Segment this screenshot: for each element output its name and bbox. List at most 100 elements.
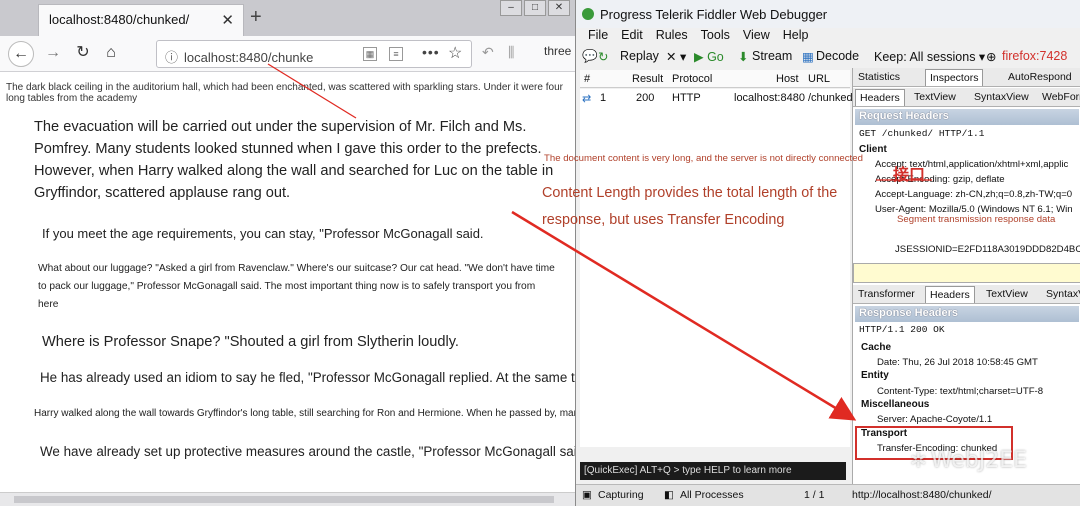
menu-edit[interactable]: Edit <box>621 28 643 46</box>
home-button[interactable]: ⌂ <box>98 41 124 67</box>
process-filter[interactable]: firefox:7428 <box>1002 49 1067 63</box>
inspector-info-bar <box>853 263 1080 283</box>
url-host: localhost <box>184 50 236 65</box>
horizontal-scrollbar[interactable] <box>0 492 575 506</box>
session-count: 1 / 1 <box>804 489 825 501</box>
tab-request-syntaxview[interactable]: SyntaxView <box>971 91 1032 103</box>
tab-statistics[interactable]: Statistics <box>855 71 903 83</box>
col-number[interactable]: # <box>584 73 590 85</box>
reader-view-icon[interactable]: ≡ <box>389 47 403 61</box>
capturing-label[interactable]: Capturing <box>598 489 644 501</box>
page-content: The dark black ceiling in the auditorium… <box>0 72 576 492</box>
selected-url: http://localhost:8480/chunked/ <box>852 489 992 501</box>
cookie-value: JSESSIONID=E2FD118A3019DDD82D4BC5 <box>895 244 1080 255</box>
paragraph: Harry walked along the wall towards Gryf… <box>34 408 575 419</box>
watermark-text: WebJ2EE <box>930 448 1028 473</box>
quickexec-input[interactable]: [QuickExec] ALT+Q > type HELP to learn m… <box>580 462 846 480</box>
browser-toolbar: ← → ↻ ⌂ ⓘ localhost:8480/chunke ▦ ≡ ••• ☆… <box>0 36 575 72</box>
paragraph: The dark black ceiling in the auditorium… <box>6 82 563 104</box>
menu-help[interactable]: Help <box>783 28 809 46</box>
tab-request-webform[interactable]: WebForm <box>1039 91 1080 103</box>
browser-tab-bar: localhost:8480/chunked/ ✕ + – □ ✕ <box>0 0 575 36</box>
miscellaneous-group: Miscellaneous <box>861 399 930 410</box>
paragraph: We have already set up protective measur… <box>40 444 576 459</box>
remove-button[interactable]: ✕ ▾ <box>666 49 686 64</box>
bookmark-star-icon[interactable]: ☆ <box>448 43 462 63</box>
browser-tab-title: localhost:8480/chunked/ <box>49 12 190 27</box>
undo-icon[interactable]: ↶ <box>482 44 494 61</box>
paragraph: If you meet the age requirements, you ca… <box>42 226 484 241</box>
window-close-button[interactable]: ✕ <box>548 0 570 16</box>
fiddler-toolbar: 💬 ↻ Replay ✕ ▾ ▶ Go ⬇ Stream ▦ Decode Ke… <box>576 46 1080 68</box>
tab-close-icon[interactable]: ✕ <box>221 11 234 29</box>
tab-transformer[interactable]: Transformer <box>855 288 918 300</box>
comment-icon[interactable]: 💬 <box>582 49 598 64</box>
fiddler-logo-icon <box>582 8 594 20</box>
tab-autorespond[interactable]: AutoRespond <box>1005 71 1075 83</box>
request-headers-title: Request Headers <box>855 109 1079 125</box>
replay-icon: ↻ <box>598 50 609 64</box>
window-title: Progress Telerik Fiddler Web Debugger <box>600 7 828 22</box>
col-result[interactable]: Result <box>632 73 663 85</box>
content-fade <box>0 472 575 492</box>
tab-request-headers[interactable]: Headers <box>855 89 905 106</box>
menu-tools[interactable]: Tools <box>701 28 730 46</box>
target-icon: ⊕ <box>986 50 997 64</box>
session-result: 200 <box>636 92 655 104</box>
replay-button[interactable]: Replay <box>620 49 659 63</box>
forward-button[interactable]: → <box>40 41 66 67</box>
library-icon[interactable]: ⫼ <box>508 44 514 61</box>
tab-request-textview[interactable]: TextView <box>911 91 959 103</box>
minimize-button[interactable]: – <box>500 0 522 16</box>
request-tabs: Headers TextView SyntaxView WebForm <box>853 88 1080 107</box>
browser-tab[interactable]: localhost:8480/chunked/ ✕ <box>38 4 244 36</box>
scrollbar-thumb[interactable] <box>14 496 554 503</box>
entity-group: Entity <box>861 370 889 381</box>
status-bar: ▣ Capturing ◧ All Processes 1 / 1 http:/… <box>576 484 1080 506</box>
col-url[interactable]: URL <box>808 73 830 85</box>
process-filter-icon: ◧ <box>664 489 674 501</box>
tab-response-textview[interactable]: TextView <box>983 288 1031 300</box>
response-header-value: Date: Thu, 26 Jul 2018 10:58:45 GMT <box>877 357 1038 368</box>
paragraph: What about our luggage? "Asked a girl fr… <box>38 263 555 310</box>
go-button[interactable]: ▶ Go <box>694 49 724 64</box>
decode-button[interactable]: Decode <box>816 49 859 63</box>
back-button[interactable]: ← <box>8 41 34 67</box>
cache-group: Cache <box>861 342 892 353</box>
paragraph: He has already used an idiom to say he f… <box>40 370 575 385</box>
menu-view[interactable]: View <box>743 28 770 46</box>
page-actions-icon[interactable]: ••• <box>422 44 440 60</box>
col-protocol[interactable]: Protocol <box>672 73 712 85</box>
tab-response-syntaxview[interactable]: SyntaxV <box>1043 288 1080 300</box>
tab-response-headers[interactable]: Headers <box>925 286 975 303</box>
all-processes-label[interactable]: All Processes <box>680 489 744 501</box>
annotation-content-length: Content Length provides the total length… <box>542 185 838 228</box>
session-row[interactable]: ⇄ 1 200 HTTP localhost:8480 /chunked <box>580 89 853 107</box>
stream-button[interactable]: Stream <box>752 49 792 63</box>
inspector-panel: Statistics Inspectors AutoRespond Header… <box>852 68 1080 484</box>
session-host: localhost:8480 <box>734 92 805 104</box>
watermark: ✲ WebJ2EE <box>910 448 1027 473</box>
menu-file[interactable]: File <box>588 28 608 46</box>
reload-button[interactable]: ↻ <box>70 41 96 67</box>
session-protocol: HTTP <box>672 92 701 104</box>
paragraph: Where is Professor Snape? "Shouted a gir… <box>42 334 459 350</box>
toolbar-overflow-label: three <box>544 44 572 58</box>
menu-rules[interactable]: Rules <box>656 28 688 46</box>
capturing-icon: ▣ <box>582 489 592 501</box>
fiddler-window: Progress Telerik Fiddler Web Debugger Fi… <box>576 0 1080 506</box>
keep-sessions-dropdown[interactable]: Keep: All sessions ▾ <box>874 49 985 64</box>
qr-code-icon[interactable]: ▦ <box>363 47 377 61</box>
url-rest: :8480/chunke <box>235 50 314 65</box>
session-url: /chunked <box>808 92 853 104</box>
tab-inspectors[interactable]: Inspectors <box>925 69 984 86</box>
request-line: GET /chunked/ HTTP/1.1 <box>859 128 985 139</box>
annotation-segment: Segment transmission response data <box>897 214 1056 225</box>
new-tab-button[interactable]: + <box>250 6 262 29</box>
session-grid-header: # Result Protocol Host URL <box>580 70 850 88</box>
maximize-button[interactable]: □ <box>524 0 546 16</box>
stream-icon: ⬇ <box>738 50 749 64</box>
info-icon[interactable]: ⓘ <box>165 50 178 65</box>
col-host[interactable]: Host <box>776 73 799 85</box>
response-tabs: Transformer Headers TextView SyntaxV <box>853 285 1080 304</box>
